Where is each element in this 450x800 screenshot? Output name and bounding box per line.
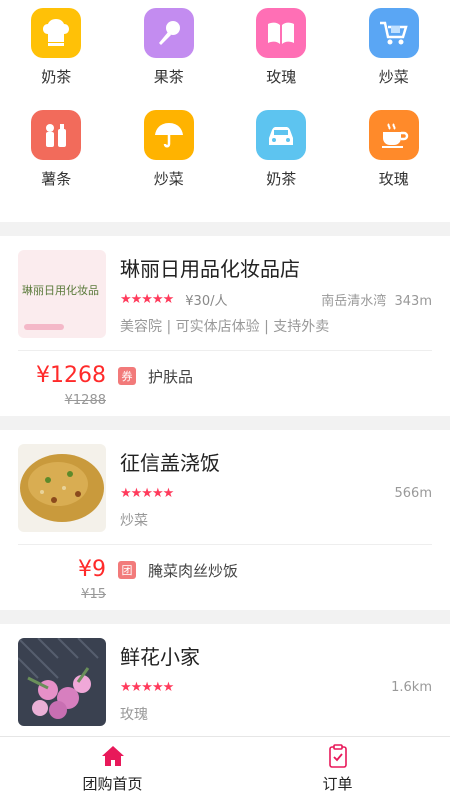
rating-stars: ★★★★★ [120, 679, 174, 695]
app-page: 奶茶 果茶 玫瑰 炒菜 薯条 炒菜 奶茶 玫瑰 琳丽日用化妆品 琳丽日用品化妆品… [0, 0, 450, 800]
deal-title: 护肤品 [148, 368, 194, 386]
store-card[interactable]: 征信盖浇饭 ★★★★★ 566m 炒菜 ¥9 ¥15 团 腌菜肉丝炒饭 [0, 430, 450, 610]
price-per-person: ¥30/人 [185, 293, 228, 309]
store-distance: 1.6km [391, 679, 432, 695]
category-label: 奶茶 [266, 170, 297, 188]
category-item[interactable]: 炒菜 [113, 110, 226, 212]
tab-label: 订单 [322, 775, 353, 793]
thumbnail-logo-text: 琳丽日用化妆品 [22, 284, 99, 297]
home-icon [101, 746, 124, 766]
deal-price: ¥9 [78, 557, 106, 582]
store-name: 琳丽日用品化妆品店 [120, 257, 300, 281]
coupon-badge: 券 [118, 367, 136, 385]
store-card[interactable]: 鲜花小家 ★★★★★ 1.6km 玫瑰 [0, 624, 450, 738]
category-label: 果茶 [153, 68, 184, 86]
flower-decoration [24, 324, 64, 330]
store-thumbnail: 琳丽日用化妆品 [18, 250, 106, 338]
group-buy-badge: 团 [118, 561, 136, 579]
category-label: 玫瑰 [266, 68, 297, 86]
cosmetics-icon [31, 110, 82, 160]
category-label: 炒菜 [153, 170, 184, 188]
fried-rice-image [18, 444, 106, 532]
store-distance: 566m [394, 485, 432, 501]
umbrella-icon [143, 110, 194, 160]
store-name: 征信盖浇饭 [120, 451, 220, 475]
category-label: 薯条 [41, 170, 72, 188]
bottom-tab-bar: 团购首页 订单 [0, 736, 450, 800]
category-item[interactable]: 奶茶 [0, 8, 113, 110]
category-label: 奶茶 [41, 68, 72, 86]
category-item[interactable]: 果茶 [113, 8, 226, 110]
category-item[interactable]: 玫瑰 [338, 110, 450, 212]
tab-orders[interactable]: 订单 [225, 737, 450, 800]
store-distance: 343m [394, 293, 432, 309]
category-label: 玫瑰 [378, 170, 409, 188]
flower-bouquet-image [18, 638, 106, 726]
store-card[interactable]: 琳丽日用化妆品 琳丽日用品化妆品店 ★★★★★ ¥30/人 南岳清水湾 343m… [0, 236, 450, 416]
microphone-icon [143, 8, 194, 58]
store-name: 鲜花小家 [120, 645, 200, 669]
store-tagline: 玫瑰 [120, 707, 148, 723]
category-item[interactable]: 奶茶 [225, 110, 338, 212]
category-item[interactable]: 玫瑰 [225, 8, 338, 110]
car-icon [256, 110, 307, 160]
category-label: 炒菜 [378, 68, 409, 86]
store-tagline: 炒菜 [120, 513, 148, 529]
category-item[interactable]: 薯条 [0, 110, 113, 212]
rating-stars: ★★★★★ [120, 485, 174, 501]
shopping-cart-icon [368, 8, 419, 58]
deal-title: 腌菜肉丝炒饭 [148, 562, 239, 580]
coffee-cup-icon [368, 110, 419, 160]
book-icon [256, 8, 307, 58]
original-price: ¥1288 [64, 393, 106, 408]
tab-label: 团购首页 [82, 775, 143, 793]
tab-group-buy-home[interactable]: 团购首页 [0, 737, 225, 800]
category-grid: 奶茶 果茶 玫瑰 炒菜 薯条 炒菜 奶茶 玫瑰 [0, 0, 450, 222]
original-price: ¥15 [81, 587, 106, 602]
clipboard-check-icon [328, 744, 347, 768]
deal-price: ¥1268 [36, 363, 106, 388]
store-thumbnail [18, 638, 106, 726]
store-tagline: 美容院 | 可实体店体验 | 支持外卖 [120, 319, 330, 335]
deal-row[interactable]: ¥1268 ¥1288 券 护肤品 [18, 350, 432, 416]
chef-hat-icon [31, 8, 82, 58]
rating-stars: ★★★★★ [120, 291, 174, 307]
deal-row[interactable]: ¥9 ¥15 团 腌菜肉丝炒饭 [18, 544, 432, 610]
store-thumbnail [18, 444, 106, 532]
location-distance: 南岳清水湾 343m [321, 290, 432, 309]
store-location: 南岳清水湾 [321, 293, 387, 309]
category-item[interactable]: 炒菜 [338, 8, 450, 110]
